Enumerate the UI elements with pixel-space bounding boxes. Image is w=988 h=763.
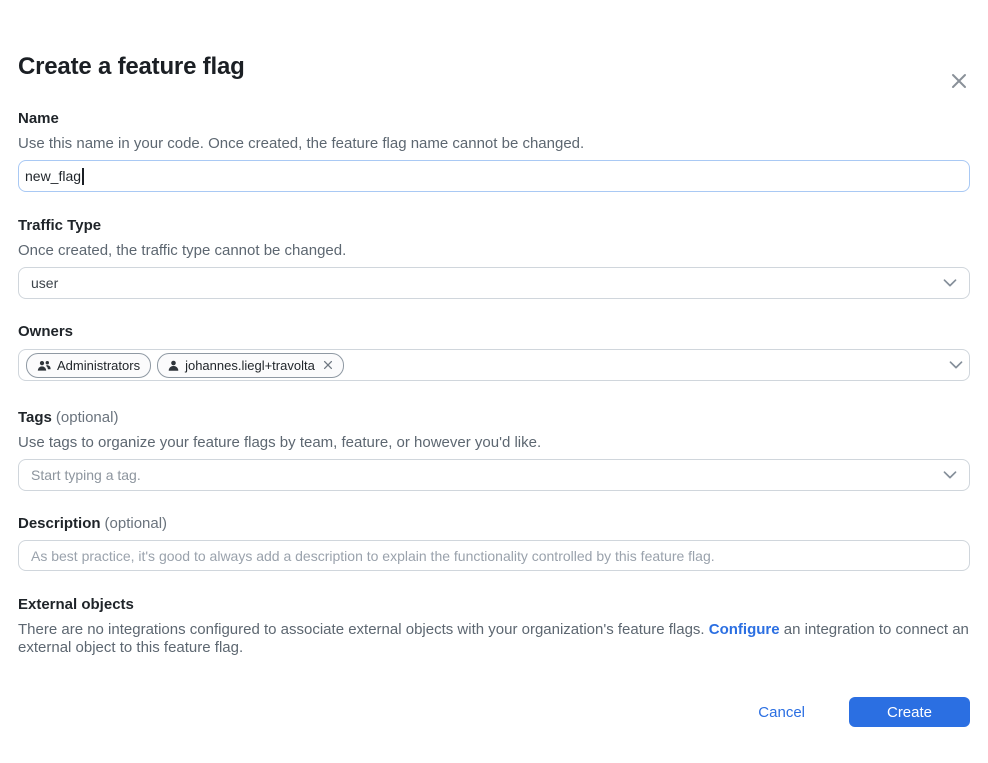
external-objects-section: External objects There are no integratio… bbox=[18, 596, 970, 657]
chevron-down-icon bbox=[943, 471, 957, 479]
tags-select[interactable]: Start typing a tag. bbox=[18, 459, 970, 491]
owners-field-group: Owners Administrators johannes.liegl+tra… bbox=[18, 323, 970, 381]
name-field-group: Name Use this name in your code. Once cr… bbox=[18, 110, 970, 192]
cancel-button[interactable]: Cancel bbox=[758, 704, 805, 721]
owners-select[interactable]: Administrators johannes.liegl+travolta bbox=[18, 349, 970, 381]
tags-field-group: Tags(optional) Use tags to organize your… bbox=[18, 409, 970, 491]
tags-help-text: Use tags to organize your feature flags … bbox=[18, 434, 970, 451]
owners-label: Owners bbox=[18, 323, 970, 340]
text-caret bbox=[82, 168, 84, 185]
tags-optional-text: (optional) bbox=[56, 409, 119, 426]
remove-owner-icon[interactable] bbox=[323, 360, 333, 370]
description-label-text: Description bbox=[18, 515, 101, 532]
group-icon bbox=[37, 360, 51, 371]
name-help-text: Use this name in your code. Once created… bbox=[18, 135, 970, 152]
owner-chip-administrators[interactable]: Administrators bbox=[26, 353, 151, 378]
tags-label-text: Tags bbox=[18, 409, 52, 426]
description-optional-text: (optional) bbox=[105, 515, 168, 532]
external-text-before: There are no integrations configured to … bbox=[18, 621, 709, 638]
create-feature-flag-modal: Create a feature flag Name Use this name… bbox=[0, 52, 988, 763]
chevron-down-icon bbox=[943, 279, 957, 287]
modal-title: Create a feature flag bbox=[18, 52, 970, 82]
external-objects-text: There are no integrations configured to … bbox=[18, 621, 970, 657]
person-icon bbox=[168, 360, 179, 371]
name-input[interactable]: new_flag bbox=[18, 160, 970, 192]
traffic-type-label: Traffic Type bbox=[18, 217, 970, 234]
owner-chip-label: johannes.liegl+travolta bbox=[185, 358, 315, 373]
description-label: Description(optional) bbox=[18, 515, 970, 532]
owner-chip-label: Administrators bbox=[57, 358, 140, 373]
tags-label: Tags(optional) bbox=[18, 409, 970, 426]
traffic-type-selected-value: user bbox=[31, 275, 58, 291]
name-input-value: new_flag bbox=[25, 168, 81, 184]
owner-chip-johannes[interactable]: johannes.liegl+travolta bbox=[157, 353, 344, 378]
modal-footer: Cancel Create bbox=[18, 697, 970, 727]
traffic-type-help-text: Once created, the traffic type cannot be… bbox=[18, 242, 970, 259]
chevron-down-icon bbox=[949, 361, 963, 369]
configure-link[interactable]: Configure bbox=[709, 621, 780, 638]
close-icon bbox=[948, 70, 970, 92]
description-input[interactable] bbox=[18, 540, 970, 571]
tags-placeholder: Start typing a tag. bbox=[31, 467, 141, 483]
create-button[interactable]: Create bbox=[849, 697, 970, 727]
close-button[interactable] bbox=[946, 68, 972, 94]
external-objects-label: External objects bbox=[18, 596, 970, 613]
traffic-type-field-group: Traffic Type Once created, the traffic t… bbox=[18, 217, 970, 299]
traffic-type-select[interactable]: user bbox=[18, 267, 970, 299]
name-label: Name bbox=[18, 110, 970, 127]
owners-chip-list: Administrators johannes.liegl+travolta bbox=[26, 353, 949, 378]
description-field-group: Description(optional) bbox=[18, 515, 970, 571]
